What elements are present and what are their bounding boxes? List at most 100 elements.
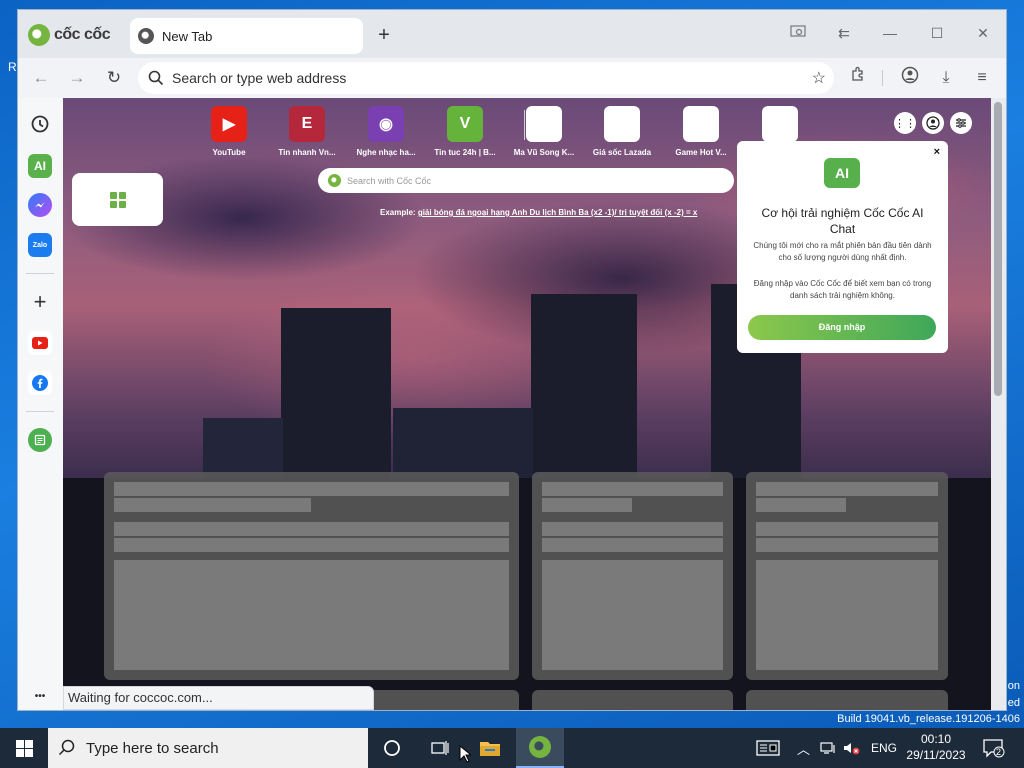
menu-icon[interactable]: ≡	[970, 66, 994, 90]
news-widget-icon[interactable]	[756, 728, 780, 768]
zalo-icon[interactable]: Zalo	[28, 233, 52, 257]
screenshot-icon[interactable]	[786, 22, 810, 44]
notification-count: 2	[996, 747, 1002, 757]
popup-close-button[interactable]: ×	[934, 146, 940, 158]
loading-card	[532, 472, 733, 680]
tray-overflow-icon[interactable]: ︿	[797, 728, 810, 768]
taskbar-search[interactable]: Type here to search	[48, 728, 368, 768]
login-button[interactable]: Đăng nhập	[748, 315, 936, 340]
desktop-text-right-2: ed	[1007, 697, 1020, 709]
tab-strip: cốc cốc New Tab + ⇇ — ☐ ✕	[18, 10, 1006, 58]
speed-dial-thumbnail: V	[447, 106, 483, 142]
account-button[interactable]	[922, 112, 944, 134]
speed-dial-item[interactable]: V Tin tuc 24h | B...	[426, 106, 504, 157]
bookmark-star-icon[interactable]: ☆	[812, 68, 826, 88]
notification-center-icon[interactable]: 2	[982, 728, 1006, 768]
add-sidebar-item-icon[interactable]: +	[28, 289, 52, 314]
file-explorer-icon[interactable]	[466, 728, 514, 768]
extensions-icon[interactable]	[846, 66, 870, 90]
scrollbar-thumb[interactable]	[994, 102, 1002, 396]
download-icon[interactable]: ⤓	[934, 66, 958, 90]
cortana-icon[interactable]	[368, 728, 416, 768]
maximize-button[interactable]: ☐	[925, 22, 949, 44]
input-language[interactable]: ENG	[871, 728, 897, 768]
forward-button[interactable]: →	[64, 66, 90, 90]
speed-dial-divider	[524, 110, 525, 140]
search-examples: Example: giải bóng đá ngoại hạng Anh Du …	[380, 208, 697, 217]
address-placeholder: Search or type web address	[172, 70, 347, 86]
clock[interactable]: 00:10 29/11/2023	[900, 731, 972, 763]
customize-button[interactable]	[950, 112, 972, 134]
close-window-button[interactable]: ✕	[971, 22, 995, 44]
notes-icon[interactable]	[28, 428, 52, 452]
ai-chat-popup: × AI Cơ hội trải nghiệm Cốc Cốc AI Chat …	[737, 141, 948, 353]
taskbar-search-placeholder: Type here to search	[86, 739, 219, 757]
sidebar-ai-chat[interactable]: AI	[28, 154, 52, 178]
sidebar-divider	[26, 273, 54, 274]
loading-card	[104, 472, 519, 680]
speed-dial-label: Giá sốc Lazada	[592, 148, 652, 157]
coccoc-logo[interactable]: cốc cốc	[28, 24, 111, 46]
mouse-cursor-icon	[459, 745, 471, 763]
messenger-icon[interactable]	[28, 193, 52, 217]
coccoc-taskbar-app[interactable]	[516, 728, 564, 768]
search-icon	[148, 70, 164, 86]
speed-dial-item[interactable]: Ma Vũ Song K...	[505, 106, 583, 157]
more-icon[interactable]: •••	[28, 684, 52, 708]
logo-text: cốc cốc	[54, 26, 111, 43]
speed-dial-thumbnail: E	[289, 106, 325, 142]
example-links[interactable]: giải bóng đá ngoại hạng Anh Du lịch Bình…	[418, 208, 698, 217]
apps-shortcut-card[interactable]	[72, 173, 163, 226]
loading-card	[746, 472, 948, 680]
back-list-icon[interactable]: ⇇	[832, 22, 856, 44]
reload-button[interactable]: ↻	[101, 66, 127, 90]
sidebar-ai-label: AI	[34, 159, 46, 173]
speed-dial-label: Tin nhanh Vn...	[278, 148, 336, 157]
network-icon[interactable]	[819, 728, 837, 768]
coccoc-logo-icon	[28, 24, 50, 46]
sidebar-zalo-label: Zalo	[32, 241, 48, 249]
newtab-search-box[interactable]: Search with Cốc Cốc	[318, 168, 734, 193]
loading-card	[532, 690, 733, 710]
speed-dial-item[interactable]: E Tin nhanh Vn...	[268, 106, 346, 157]
speed-dial-thumbnail	[683, 106, 719, 142]
profile-icon[interactable]	[898, 66, 922, 90]
ai-chat-icon: AI	[824, 158, 860, 188]
apps-grid-icon	[109, 191, 126, 208]
newtab-page: ▶ YouTube E Tin nhanh Vn... ◉ Nghe nhạc ha...…	[63, 98, 991, 710]
speed-dial-thumbnail: ◉	[368, 106, 404, 142]
minimize-button[interactable]: —	[878, 22, 902, 44]
tab-new-tab[interactable]: New Tab	[130, 18, 363, 54]
address-bar[interactable]: Search or type web address ☆	[138, 62, 834, 94]
sidebar-divider-2	[26, 411, 54, 412]
build-watermark: Build 19041.vb_release.191206-1406	[837, 713, 1020, 725]
speed-dial-item[interactable]: Game Hot V...	[662, 106, 740, 157]
speed-dial-item[interactable]: ▶ YouTube	[190, 106, 268, 157]
sidebar: AI Zalo + •••	[18, 98, 63, 710]
back-button[interactable]: ←	[28, 66, 54, 90]
clock-date: 29/11/2023	[906, 748, 966, 762]
speed-dial-item[interactable]: Giá sốc Lazada	[583, 106, 661, 157]
status-bar: Waiting for coccoc.com...	[63, 686, 374, 710]
speed-dial-thumbnail	[762, 106, 798, 142]
facebook-sidebar-icon[interactable]	[28, 371, 52, 395]
toolbar: ← → ↻ Search or type web address ☆ ⤓ ≡	[18, 58, 1006, 98]
tab-favicon-icon	[138, 28, 154, 44]
speed-dial-label: Game Hot V...	[675, 148, 727, 157]
speed-dial-item[interactable]: ◉ Nghe nhạc ha...	[347, 106, 425, 157]
tab-title: New Tab	[162, 28, 213, 44]
coccoc-search-icon	[328, 174, 341, 187]
history-icon[interactable]	[28, 112, 52, 136]
new-tab-button[interactable]: +	[373, 24, 395, 46]
clock-time: 00:10	[920, 732, 952, 746]
task-view-icon[interactable]	[416, 728, 464, 768]
search-icon	[58, 739, 75, 756]
windows-logo-icon	[15, 739, 33, 757]
apps-grid-button[interactable]: ⋮⋮	[894, 112, 916, 134]
volume-muted-icon[interactable]	[843, 728, 861, 768]
taskbar: Type here to search ︿ ENG 00:10 29/11/20…	[0, 728, 1024, 768]
desktop-text-left: R	[8, 60, 17, 74]
start-button[interactable]	[0, 728, 48, 768]
youtube-sidebar-icon[interactable]	[28, 331, 52, 355]
loading-card	[746, 690, 948, 710]
